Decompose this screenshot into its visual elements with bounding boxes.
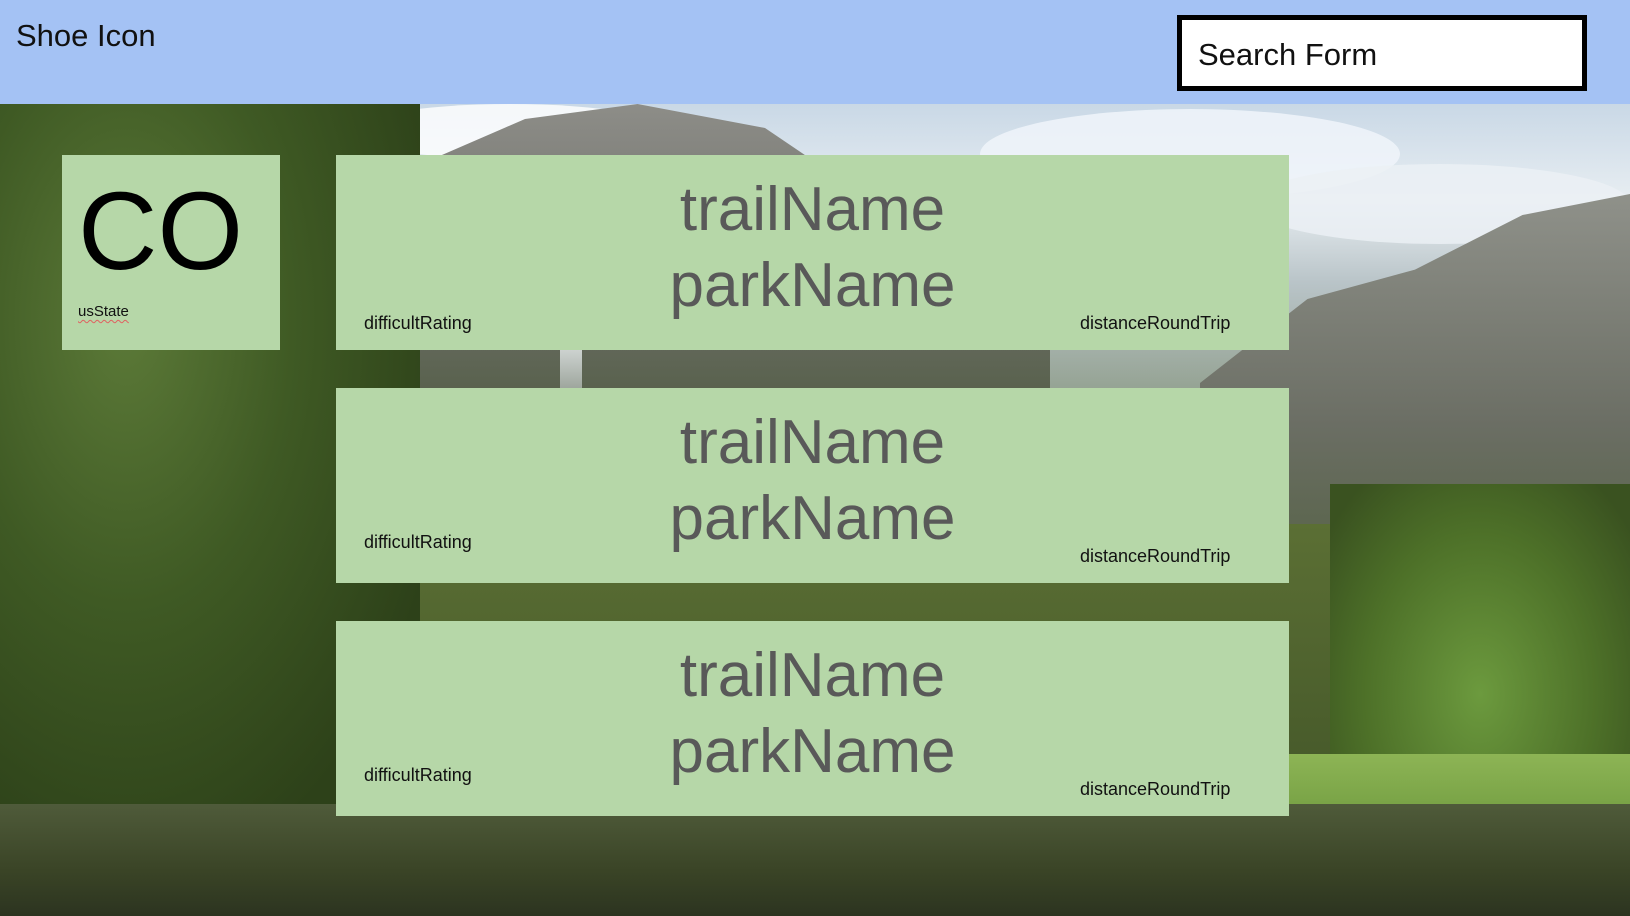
- park-name: parkName: [669, 484, 956, 553]
- header-bar: Shoe Icon Search Form: [0, 0, 1630, 104]
- search-form[interactable]: Search Form: [1177, 15, 1587, 91]
- distance-round-trip: distanceRoundTrip: [1080, 313, 1231, 333]
- difficulty-rating: difficultRating: [364, 532, 472, 552]
- state-label: usState: [78, 303, 129, 320]
- park-name: parkName: [669, 717, 956, 786]
- park-name: parkName: [669, 251, 956, 320]
- state-card[interactable]: CO usState: [62, 155, 280, 350]
- shoe-logo[interactable]: Shoe Icon: [16, 17, 156, 54]
- state-code: CO: [78, 170, 243, 293]
- search-form-label: Search Form: [1198, 37, 1378, 72]
- difficulty-rating: difficultRating: [364, 313, 472, 333]
- trail-name: trailName: [679, 175, 946, 244]
- trail-card[interactable]: trailName parkName difficultRating dista…: [336, 155, 1289, 350]
- distance-round-trip: distanceRoundTrip: [1080, 546, 1231, 566]
- trail-name: trailName: [679, 641, 946, 710]
- page: Shoe Icon Search Form CO usState trailNa…: [0, 0, 1630, 916]
- distance-round-trip: distanceRoundTrip: [1080, 779, 1231, 799]
- difficulty-rating: difficultRating: [364, 765, 472, 785]
- trail-card[interactable]: trailName parkName difficultRating dista…: [336, 621, 1289, 816]
- trail-card[interactable]: trailName parkName difficultRating dista…: [336, 388, 1289, 583]
- trail-name: trailName: [679, 408, 946, 477]
